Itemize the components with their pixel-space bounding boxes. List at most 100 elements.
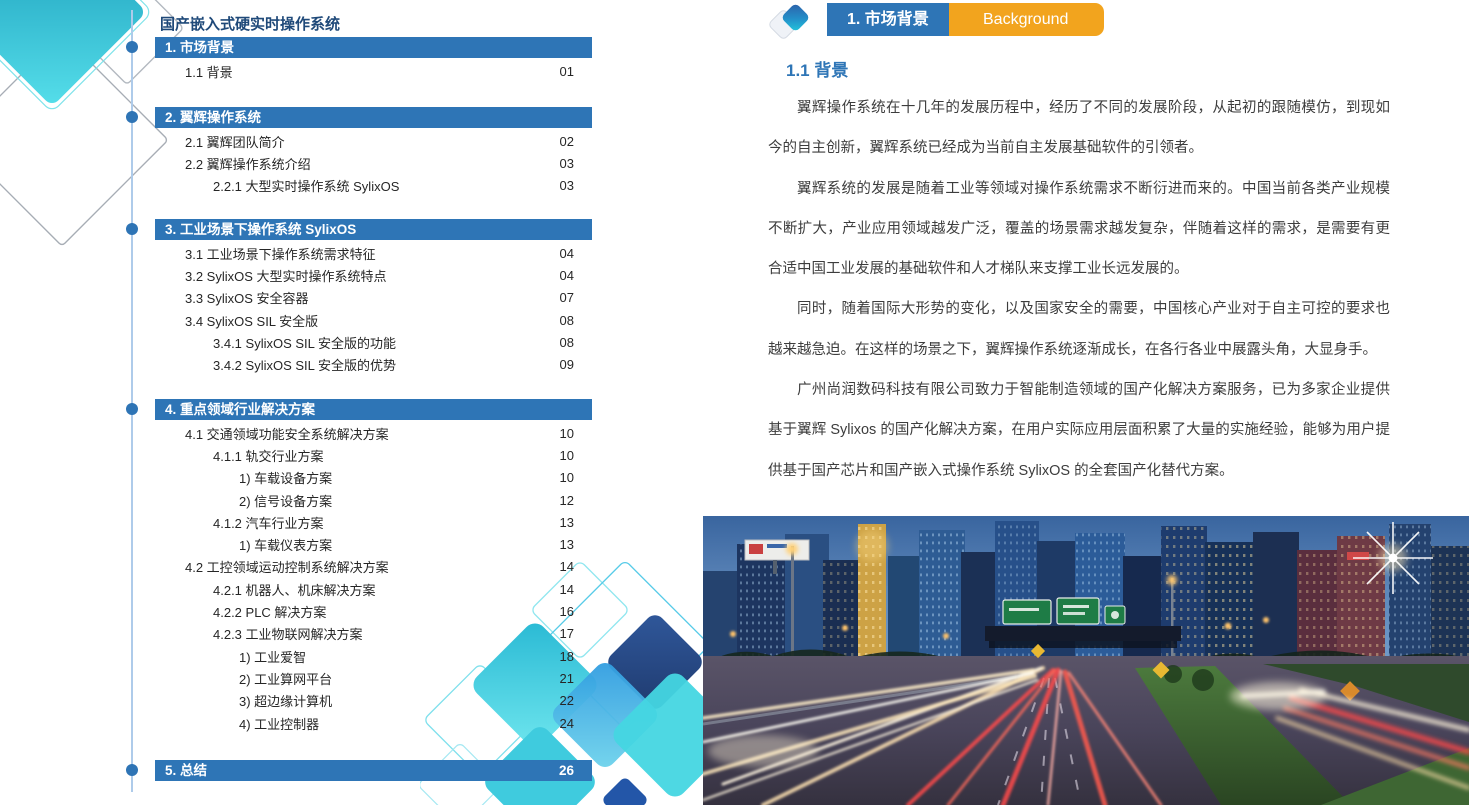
- subsection-heading: 1.1 背景: [786, 56, 848, 81]
- toc-section-label: 3. 工业场景下操作系统 SylixOS: [165, 219, 356, 240]
- toc-item-label: 3.4 SylixOS SIL 安全版: [185, 311, 560, 330]
- toc-section: 2. 翼辉操作系统2.1 翼辉团队简介022.2 翼辉操作系统介绍032.2.1…: [155, 107, 592, 197]
- toc-item-page: 09: [560, 357, 574, 372]
- toc-item-page: 12: [560, 493, 574, 508]
- toc-item-label: 4.2.3 工业物联网解决方案: [213, 624, 560, 643]
- toc-item-page: 10: [560, 470, 574, 485]
- toc-item-label: 2.1 翼辉团队简介: [185, 132, 560, 151]
- toc-item[interactable]: 3.2 SylixOS 大型实时操作系统特点04: [155, 264, 592, 286]
- body-paragraph: 翼辉操作系统在十几年的发展历程中，经历了不同的发展阶段，从起初的跟随模仿，到现如…: [768, 88, 1390, 169]
- toc-item[interactable]: 1) 车载设备方案10: [155, 467, 592, 489]
- section-subtitle-badge: Background: [947, 3, 1104, 36]
- timeline-dot: [126, 111, 138, 123]
- toc-item-label: 1) 车载仪表方案: [239, 535, 560, 554]
- toc-section-label: 1. 市场背景: [165, 37, 234, 58]
- toc-item[interactable]: 2) 信号设备方案12: [155, 489, 592, 511]
- toc-item-page: 08: [560, 313, 574, 328]
- document-spread: 国产嵌入式硬实时操作系统 1. 市场背景1.1 背景012. 翼辉操作系统2.1…: [0, 0, 1469, 805]
- toc-item[interactable]: 3) 超边缘计算机22: [155, 690, 592, 712]
- toc-item-label: 4.1 交通领域功能安全系统解决方案: [185, 424, 560, 443]
- section-title-badge: 1. 市场背景: [827, 3, 949, 36]
- toc-item-label: 4.1.1 轨交行业方案: [213, 446, 560, 465]
- toc-item[interactable]: 1) 车载仪表方案13: [155, 533, 592, 555]
- toc-item-label: 3) 超边缘计算机: [239, 691, 560, 710]
- toc-item[interactable]: 1) 工业爱智18: [155, 645, 592, 667]
- timeline-dot: [126, 41, 138, 53]
- toc-item[interactable]: 4.1 交通领域功能安全系统解决方案10: [155, 422, 592, 444]
- toc-item-label: 1) 工业爱智: [239, 647, 560, 666]
- night-highway-photo: [703, 516, 1469, 805]
- toc-timeline: [131, 10, 133, 792]
- toc-item-label: 1.1 背景: [185, 62, 560, 81]
- timeline-dot: [126, 223, 138, 235]
- toc-item-label: 2.2 翼辉操作系统介绍: [185, 154, 560, 173]
- toc-item-page: 10: [560, 426, 574, 441]
- toc-item[interactable]: 4) 工业控制器24: [155, 712, 592, 734]
- toc-item-page: 03: [560, 156, 574, 171]
- toc-item-label: 3.3 SylixOS 安全容器: [185, 288, 560, 307]
- toc-section-header[interactable]: 4. 重点领域行业解决方案: [155, 399, 592, 420]
- toc-section: 5. 总结 26: [155, 760, 592, 783]
- toc-item[interactable]: 4.2.2 PLC 解决方案16: [155, 600, 592, 622]
- toc-item[interactable]: 3.4.1 SylixOS SIL 安全版的功能08: [155, 331, 592, 353]
- body-text: 翼辉操作系统在十几年的发展历程中，经历了不同的发展阶段，从起初的跟随模仿，到现如…: [768, 88, 1390, 491]
- toc-section-header[interactable]: 1. 市场背景: [155, 37, 592, 58]
- toc-item-page: 14: [560, 559, 574, 574]
- toc-item-page: 22: [560, 693, 574, 708]
- toc-item[interactable]: 4.2 工控领域运动控制系统解决方案14: [155, 556, 592, 578]
- toc-item-label: 4) 工业控制器: [239, 714, 560, 733]
- toc-item[interactable]: 2.2 翼辉操作系统介绍03: [155, 152, 592, 174]
- toc-item-label: 3.4.1 SylixOS SIL 安全版的功能: [213, 333, 560, 352]
- toc-item-page: 04: [560, 246, 574, 261]
- toc-item[interactable]: 2.2.1 大型实时操作系统 SylixOS03: [155, 175, 592, 197]
- toc-item-page: 13: [560, 537, 574, 552]
- document-title: 国产嵌入式硬实时操作系统: [160, 13, 340, 34]
- toc-section-label: 4. 重点领域行业解决方案: [165, 399, 315, 420]
- toc-item[interactable]: 1.1 背景01: [155, 60, 592, 82]
- toc-item-page: 16: [560, 604, 574, 619]
- toc-item-label: 3.4.2 SylixOS SIL 安全版的优势: [213, 355, 560, 374]
- toc-item-page: 18: [560, 649, 574, 664]
- toc-item[interactable]: 4.2.1 机器人、机床解决方案14: [155, 578, 592, 600]
- toc-item-label: 1) 车载设备方案: [239, 468, 560, 487]
- toc-item-label: 4.2.2 PLC 解决方案: [213, 602, 560, 621]
- toc-item[interactable]: 3.3 SylixOS 安全容器07: [155, 287, 592, 309]
- toc-section-header[interactable]: 3. 工业场景下操作系统 SylixOS: [155, 219, 592, 240]
- diamond-logo-icon: [770, 4, 818, 38]
- toc-item[interactable]: 3.4 SylixOS SIL 安全版08: [155, 309, 592, 331]
- toc-item[interactable]: 3.4.2 SylixOS SIL 安全版的优势09: [155, 353, 592, 375]
- toc-item[interactable]: 2) 工业算网平台21: [155, 667, 592, 689]
- toc-section-label: 2. 翼辉操作系统: [165, 107, 261, 128]
- toc-item-label: 3.2 SylixOS 大型实时操作系统特点: [185, 266, 560, 285]
- toc-item[interactable]: 3.1 工业场景下操作系统需求特征04: [155, 242, 592, 264]
- toc-item-page: 13: [560, 515, 574, 530]
- timeline-dot: [126, 764, 138, 776]
- toc-item-label: 2.2.1 大型实时操作系统 SylixOS: [213, 176, 560, 195]
- toc-section-header[interactable]: 2. 翼辉操作系统: [155, 107, 592, 128]
- toc-section: 3. 工业场景下操作系统 SylixOS3.1 工业场景下操作系统需求特征043…: [155, 219, 592, 376]
- toc-item-page: 01: [560, 64, 574, 79]
- toc-item-label: 4.1.2 汽车行业方案: [213, 513, 560, 532]
- toc-item-page: 24: [560, 716, 574, 731]
- toc-item[interactable]: 4.1.2 汽车行业方案13: [155, 511, 592, 533]
- toc-item[interactable]: 2.1 翼辉团队简介02: [155, 130, 592, 152]
- toc-item-label: 4.2 工控领域运动控制系统解决方案: [185, 557, 560, 576]
- toc-section-label: 5. 总结: [165, 760, 207, 781]
- toc-item[interactable]: 4.1.1 轨交行业方案10: [155, 444, 592, 466]
- toc-item-page: 14: [560, 582, 574, 597]
- toc-section-page: 26: [559, 760, 574, 781]
- toc-item-page: 17: [560, 626, 574, 641]
- toc-item-page: 21: [560, 671, 574, 686]
- toc-item-label: 3.1 工业场景下操作系统需求特征: [185, 244, 560, 263]
- toc-item-page: 02: [560, 134, 574, 149]
- toc-item-label: 2) 信号设备方案: [239, 491, 560, 510]
- toc-section-header[interactable]: 5. 总结 26: [155, 760, 592, 781]
- toc-item-page: 03: [560, 178, 574, 193]
- body-paragraph: 翼辉系统的发展是随着工业等领域对操作系统需求不断衍进而来的。中国当前各类产业规模…: [768, 169, 1390, 290]
- toc-item[interactable]: 4.2.3 工业物联网解决方案17: [155, 623, 592, 645]
- toc-section: 1. 市场背景1.1 背景01: [155, 37, 592, 82]
- toc-item-label: 2) 工业算网平台: [239, 669, 560, 688]
- toc-section: 4. 重点领域行业解决方案4.1 交通领域功能安全系统解决方案104.1.1 轨…: [155, 399, 592, 734]
- timeline-dot: [126, 403, 138, 415]
- body-paragraph: 同时，随着国际大形势的变化，以及国家安全的需要，中国核心产业对于自主可控的要求也…: [768, 289, 1390, 370]
